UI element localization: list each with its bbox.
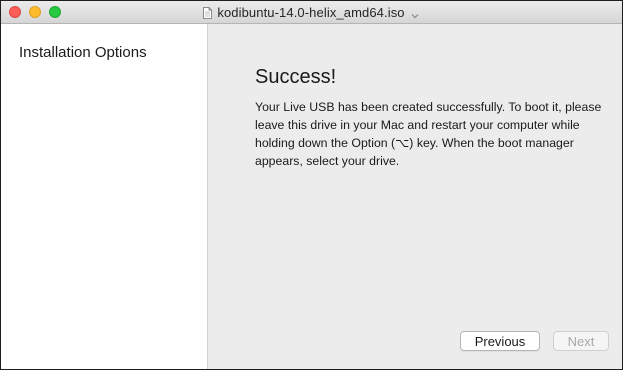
app-window: kodibuntu-14.0-helix_amd64.iso Installat…	[0, 0, 623, 370]
sidebar: Installation Options	[1, 24, 208, 369]
main-content: Success! Your Live USB has been created …	[208, 24, 622, 369]
previous-button[interactable]: Previous	[460, 331, 540, 351]
title-bar[interactable]: kodibuntu-14.0-helix_amd64.iso	[1, 1, 622, 24]
window-title: kodibuntu-14.0-helix_amd64.iso	[217, 4, 405, 20]
sidebar-item-installation-options[interactable]: Installation Options	[19, 44, 147, 61]
document-icon	[203, 6, 213, 19]
success-heading: Success!	[255, 66, 337, 88]
window-title-group[interactable]: kodibuntu-14.0-helix_amd64.iso	[1, 1, 622, 23]
chevron-down-icon[interactable]	[410, 8, 420, 19]
success-message: Your Live USB has been created successfu…	[255, 100, 602, 168]
next-button[interactable]: Next	[553, 331, 609, 351]
